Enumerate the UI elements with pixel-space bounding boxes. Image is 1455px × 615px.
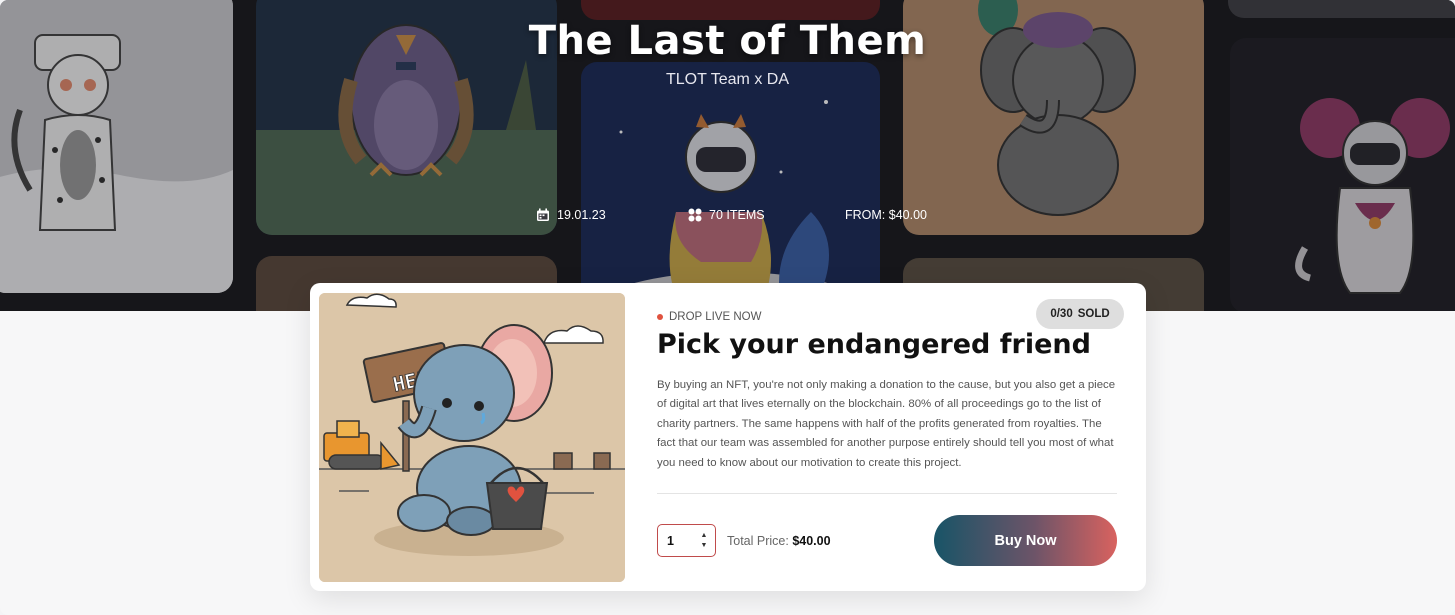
drop-card: HELP DROP LIVE NOW	[310, 283, 1146, 591]
live-dot-icon	[657, 314, 663, 320]
quantity-stepper[interactable]: 1 ▲ ▼	[657, 524, 716, 557]
calendar-icon	[537, 208, 549, 221]
total-price-value: $40.00	[792, 534, 831, 548]
nft-tile-astronaut-fox[interactable]	[581, 62, 880, 311]
quantity-decrement-icon[interactable]: ▼	[701, 542, 708, 549]
item-count: 70 ITEMS	[688, 208, 765, 222]
collection-title: The Last of Them	[528, 18, 927, 64]
item-count-value: 70 ITEMS	[709, 208, 765, 222]
sold-count: 0/30	[1050, 308, 1073, 320]
live-status: DROP LIVE NOW	[657, 311, 761, 323]
quantity-arrows: ▲ ▼	[697, 532, 711, 549]
nft-tile-peek-2[interactable]	[581, 0, 880, 20]
quantity-value[interactable]: 1	[658, 534, 697, 548]
drop-description: By buying an NFT, you're not only making…	[657, 379, 1116, 469]
drop-title: Pick your endangered friend	[657, 329, 1091, 360]
price-from-value: FROM: $40.00	[845, 208, 927, 222]
live-status-label: DROP LIVE NOW	[669, 311, 762, 323]
elephant-help-illustration: HELP	[319, 293, 625, 582]
drop-date: 19.01.23	[536, 208, 606, 222]
total-price-label: Total Price:	[727, 534, 793, 548]
price-from: FROM: $40.00	[845, 208, 927, 222]
page-frame: The Last of Them TLOT Team x DA 19.01.23	[0, 0, 1455, 615]
total-price: Total Price: $40.00	[727, 534, 831, 548]
astronaut-fox-illustration	[581, 62, 880, 311]
sold-badge: 0/30 SOLD	[1036, 299, 1124, 329]
sold-label: SOLD	[1077, 308, 1110, 320]
buy-now-button[interactable]: Buy Now	[934, 515, 1117, 566]
divider	[657, 493, 1117, 494]
quantity-increment-icon[interactable]: ▲	[701, 532, 708, 539]
collection-creators: TLOT Team x DA	[666, 71, 789, 88]
collection-hero: The Last of Them TLOT Team x DA 19.01.23	[0, 0, 1455, 311]
nft-tile-peek-4[interactable]	[1228, 0, 1455, 18]
grid-dots-icon	[688, 208, 702, 222]
drop-date-value: 19.01.23	[557, 208, 606, 222]
drop-artwork: HELP	[319, 293, 625, 582]
